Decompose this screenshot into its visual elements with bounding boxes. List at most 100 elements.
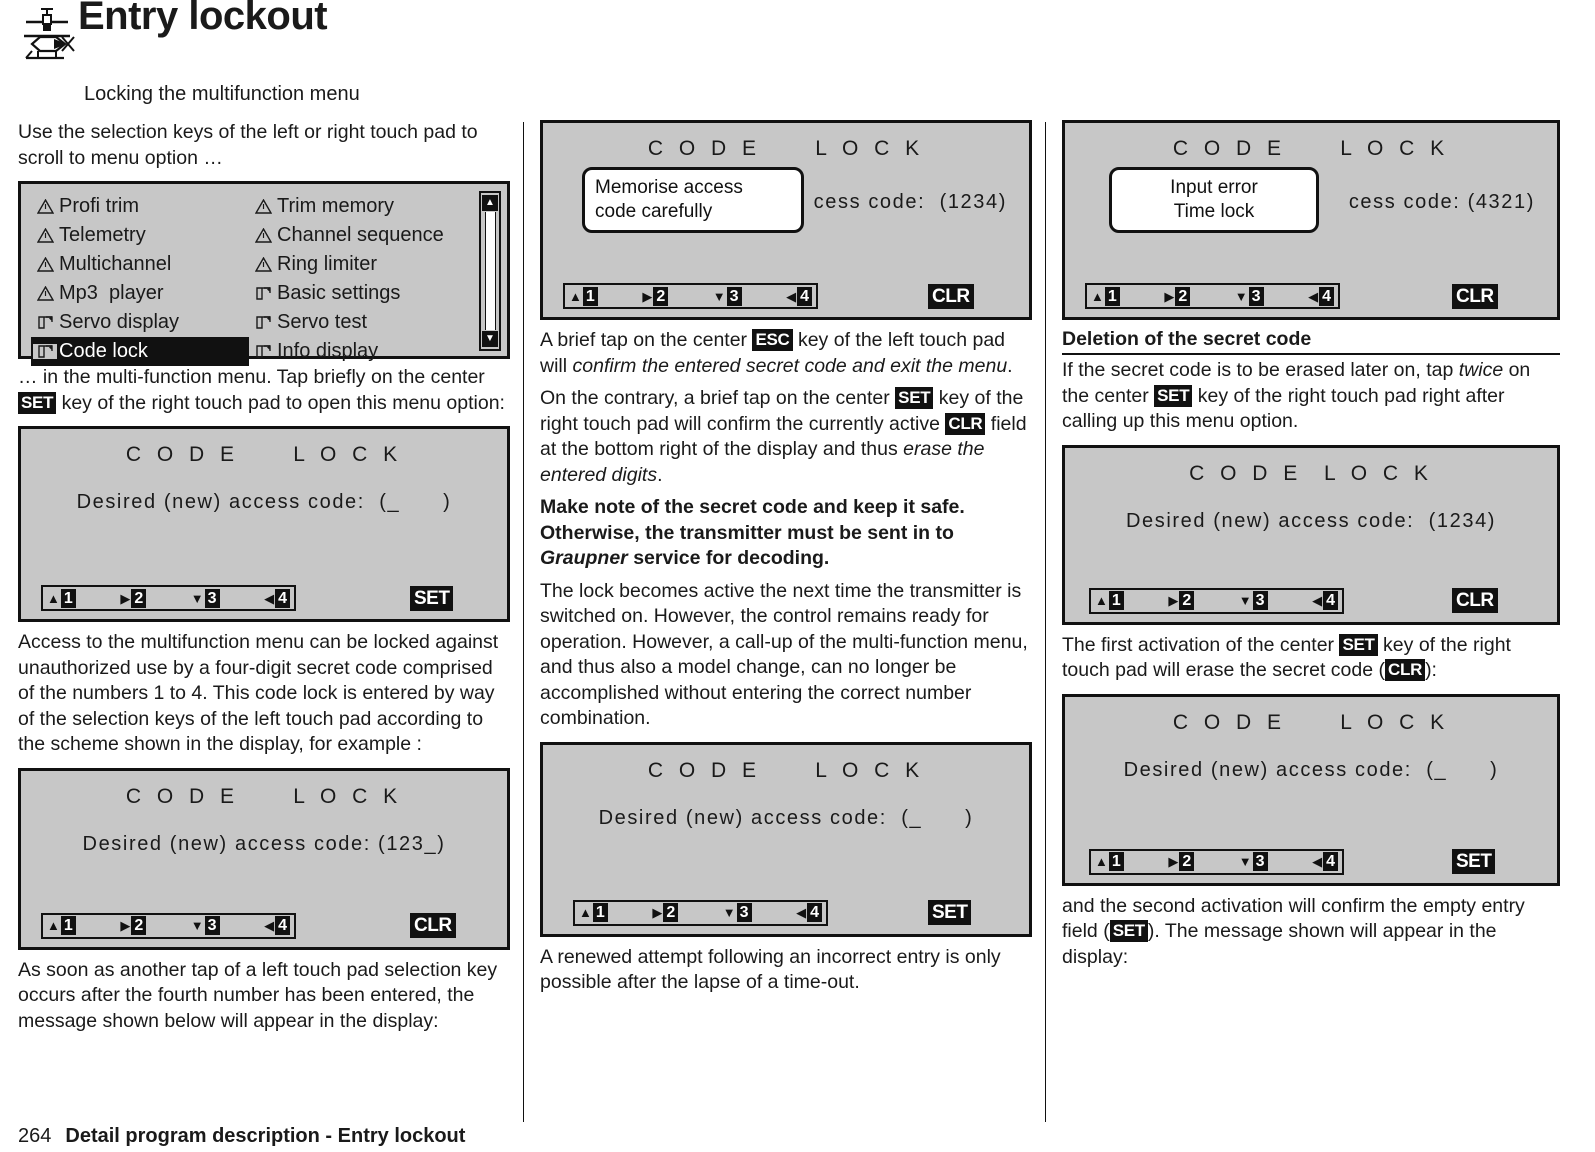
nav-key-2[interactable]: ▶ 2: [1168, 852, 1195, 871]
text-fragment: ):: [1425, 659, 1437, 681]
menu-item-profi-trim[interactable]: Profi trim: [31, 192, 249, 221]
nav-key-number: 3: [1252, 591, 1268, 610]
nav-key-number: 1: [60, 916, 76, 935]
lcd-action-button[interactable]: CLR: [1452, 283, 1498, 309]
menu-item-code-lock[interactable]: Code lock: [31, 337, 249, 366]
nav-key-2[interactable]: ▶ 2: [120, 916, 147, 935]
nav-key-bar[interactable]: ▲ 1 ▶ 2 ▼ 3 ◀ 4: [1085, 283, 1340, 309]
helicopter-icon: [24, 8, 75, 60]
menu-item-channel-sequence[interactable]: Channel sequence: [249, 221, 467, 250]
menu-item-label: Ring limiter: [277, 253, 378, 275]
nav-key-number: 2: [1179, 852, 1195, 871]
paragraph-as-soon: As soon as another tap of a left touch p…: [18, 958, 498, 1032]
lcd-bottom-bar: ▲ 1 ▶ 2 ▼ 3 ◀ 4 CLR: [1065, 587, 1557, 614]
paragraph-after-menu: … in the multi-function menu. Tap briefl…: [18, 365, 510, 416]
nav-key-1[interactable]: ▲ 1: [1095, 852, 1124, 871]
menu-item-telemetry[interactable]: Telemetry: [31, 221, 249, 250]
nav-key-bar[interactable]: ▲ 1 ▶ 2 ▼ 3 ◀ 4: [1089, 848, 1344, 875]
nav-key-4[interactable]: ◀ 4: [1312, 852, 1338, 871]
nav-key-1[interactable]: ▲ 1: [47, 916, 76, 935]
callout-input-error: Input error Time lock: [1109, 167, 1319, 233]
nav-key-number: 4: [1323, 591, 1338, 610]
scroll-down-icon[interactable]: ▼: [482, 331, 498, 347]
menu-item-multichannel[interactable]: Multichannel: [31, 250, 249, 279]
nav-key-3[interactable]: ▼ 3: [1239, 591, 1268, 610]
nav-key-3[interactable]: ▼ 3: [1235, 286, 1264, 306]
nav-key-3[interactable]: ▼ 3: [723, 903, 752, 922]
scrollbar-track[interactable]: [484, 212, 496, 330]
nav-key-2[interactable]: ▶ 2: [652, 903, 679, 922]
nav-key-bar[interactable]: ▲ 1 ▶ 2 ▼ 3 ◀ 4: [41, 585, 296, 611]
open-folder-icon: [251, 344, 275, 359]
menu-item-label: Multichannel: [59, 253, 172, 275]
arrow-down-icon: ▼: [190, 590, 204, 606]
nav-key-4[interactable]: ◀ 4: [264, 588, 290, 608]
lcd-action-button[interactable]: SET: [410, 585, 454, 611]
arrow-right-icon: ▶: [120, 590, 131, 606]
esc-key-chip: ESC: [752, 329, 793, 351]
nav-key-number: 4: [1323, 852, 1338, 871]
arrow-right-icon: ▶: [1168, 854, 1179, 869]
nav-key-4[interactable]: ◀ 4: [1312, 591, 1338, 610]
lcd-action-button[interactable]: SET: [928, 900, 972, 925]
menu-item-info-display[interactable]: Info display: [249, 337, 467, 366]
lcd-action-button[interactable]: CLR: [410, 913, 456, 938]
nav-key-4[interactable]: ◀ 4: [796, 903, 822, 922]
set-key-chip: SET: [18, 391, 57, 414]
nav-key-2[interactable]: ▶ 2: [1164, 286, 1191, 306]
text-fragment: service for decoding.: [627, 547, 830, 569]
text-fragment: key of the right touch pad to open this …: [56, 391, 505, 414]
lcd-line: Desired (new) access code: (_ ): [598, 806, 974, 829]
multifunction-menu-display: Profi trim Telemetry Multichannel Mp3 pl…: [18, 181, 510, 366]
nav-key-3[interactable]: ▼ 3: [713, 286, 742, 306]
lcd-panel-7: C O D E L O C K Desired (new) access cod…: [1062, 693, 1560, 886]
arrow-right-icon: ▶: [652, 905, 663, 920]
nav-key-3[interactable]: ▼ 3: [190, 588, 220, 608]
nav-key-number: 3: [1252, 852, 1268, 871]
text-italic: twice: [1458, 359, 1504, 381]
nav-key-bar[interactable]: ▲ 1 ▶ 2 ▼ 3 ◀ 4: [1089, 587, 1344, 614]
nav-key-3[interactable]: ▼ 3: [1239, 852, 1268, 871]
callout-memorise-code: Memorise access code carefully: [582, 167, 804, 233]
menu-item-servo-display[interactable]: Servo display: [31, 308, 249, 337]
nav-key-2[interactable]: ▶ 2: [642, 286, 669, 306]
open-folder-icon: [251, 286, 275, 301]
scroll-up-icon[interactable]: ▲: [482, 195, 498, 211]
nav-key-2[interactable]: ▶ 2: [120, 588, 147, 608]
clr-key-chip: CLR: [1385, 659, 1426, 681]
set-key-chip: SET: [1154, 384, 1193, 407]
intro-paragraph: Use the selection keys of the left or ri…: [18, 121, 478, 169]
nav-key-2[interactable]: ▶ 2: [1168, 591, 1195, 610]
lcd-bottom-bar: ▲ 1 ▶ 2 ▼ 3 ◀ 4 CLR: [1065, 283, 1557, 309]
nav-key-1[interactable]: ▲ 1: [1095, 591, 1124, 610]
nav-key-bar[interactable]: ▲ 1 ▶ 2 ▼ 3 ◀ 4: [41, 912, 296, 939]
paragraph-access: Access to the multifunction menu can be …: [18, 631, 499, 755]
menu-item-mp3-player[interactable]: Mp3 player: [31, 279, 249, 308]
lcd-action-button[interactable]: CLR: [928, 283, 974, 309]
nav-key-4[interactable]: ◀ 4: [1308, 286, 1334, 306]
arrow-left-icon: ◀: [796, 905, 807, 920]
menu-item-trim-memory[interactable]: Trim memory: [249, 192, 467, 221]
menu-scrollbar[interactable]: ▲ ▼: [479, 191, 501, 351]
menu-item-ring-limiter[interactable]: Ring limiter: [249, 250, 467, 279]
nav-key-3[interactable]: ▼ 3: [191, 916, 220, 935]
nav-key-1[interactable]: ▲ 1: [47, 588, 76, 608]
nav-key-bar[interactable]: ▲ 1 ▶ 2 ▼ 3 ◀ 4: [563, 283, 818, 309]
lcd-action-button[interactable]: CLR: [1452, 588, 1498, 613]
menu-item-servo-test[interactable]: Servo test: [249, 308, 467, 337]
nav-key-1[interactable]: ▲ 1: [579, 903, 608, 922]
arrow-up-icon: ▲: [1091, 288, 1104, 304]
nav-key-1[interactable]: ▲ 1: [569, 286, 598, 306]
nav-key-number: 1: [582, 286, 598, 306]
warning-triangle-icon: [33, 257, 57, 272]
lcd-bottom-bar: ▲ 1 ▶ 2 ▼ 3 ◀ 4 SET: [1065, 848, 1557, 875]
nav-key-1[interactable]: ▲ 1: [1091, 286, 1120, 306]
menu-item-label: Servo test: [277, 311, 368, 333]
open-folder-icon: [33, 344, 57, 359]
menu-item-basic-settings[interactable]: Basic settings: [249, 279, 467, 308]
lcd-action-button[interactable]: SET: [1452, 849, 1496, 874]
nav-key-4[interactable]: ◀ 4: [786, 286, 812, 306]
nav-key-4[interactable]: ◀ 4: [264, 916, 290, 935]
nav-key-bar[interactable]: ▲ 1 ▶ 2 ▼ 3 ◀ 4: [573, 899, 828, 926]
arrow-right-icon: ▶: [120, 918, 131, 933]
